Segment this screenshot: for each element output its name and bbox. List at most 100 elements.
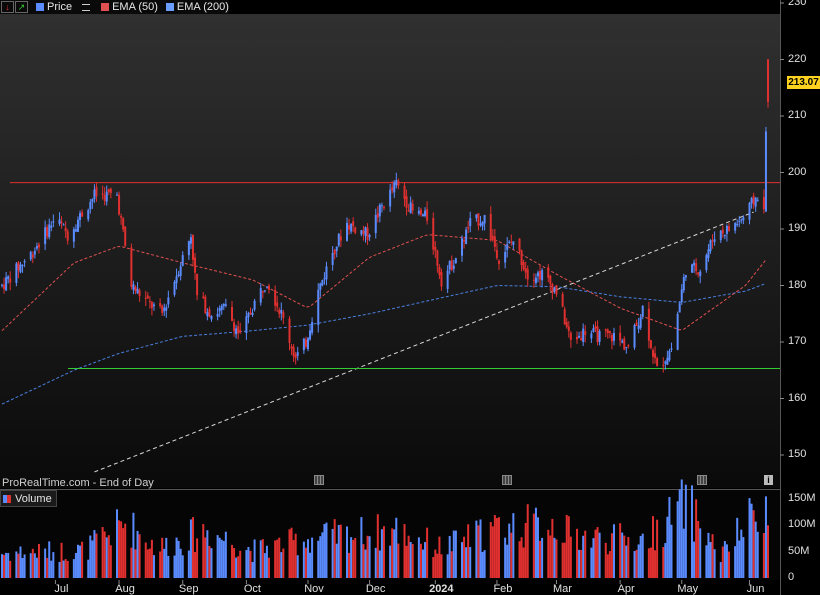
candle: [649, 340, 652, 348]
volume-bar: [352, 539, 355, 578]
candle: [647, 308, 650, 341]
candle: [697, 272, 700, 275]
candle: [434, 246, 437, 251]
volume-bar: [173, 555, 176, 578]
volume-bar: [582, 535, 585, 578]
legend-ema200-label: EMA (200): [176, 1, 229, 13]
candle: [52, 221, 55, 223]
candle: [235, 328, 238, 335]
volume-bar: [524, 522, 527, 578]
candle: [79, 213, 82, 221]
volume-bar: [547, 529, 550, 578]
candle: [321, 280, 324, 286]
calendar-icon-1[interactable]: [314, 475, 324, 485]
price-tick-label: 170: [788, 335, 807, 347]
candle: [670, 348, 673, 350]
volume-bar: [510, 532, 513, 578]
candle: [247, 313, 250, 318]
volume-tick-label: 100M: [788, 518, 816, 531]
calendar-icon-2[interactable]: [502, 475, 512, 485]
candle: [723, 235, 726, 237]
volume-bar: [508, 523, 511, 578]
candle: [124, 226, 127, 246]
candle: [623, 338, 626, 350]
calendar-icon-3[interactable]: [697, 475, 707, 485]
candle: [304, 339, 307, 347]
candle: [290, 346, 293, 349]
volume-bar: [436, 553, 439, 578]
candle: [337, 233, 340, 246]
time-tick-label: Feb: [493, 583, 513, 595]
candle: [520, 250, 523, 266]
volume-bar: [346, 526, 349, 578]
volume-bar: [641, 533, 644, 578]
candle: [654, 353, 657, 359]
candle: [419, 209, 422, 215]
volume-bar: [711, 534, 714, 578]
candle: [239, 330, 242, 333]
volume-bar: [497, 517, 500, 578]
candle: [21, 264, 24, 266]
candle: [62, 224, 65, 226]
candle: [582, 328, 585, 343]
restore-button[interactable]: ↗: [15, 1, 28, 13]
candle: [335, 246, 338, 251]
volume-bar: [130, 547, 133, 578]
volume-bar: [138, 534, 141, 578]
volume-bar: [189, 519, 192, 578]
candle: [682, 277, 685, 291]
volume-bar: [434, 549, 437, 578]
candle: [245, 316, 248, 334]
candle: [512, 241, 515, 245]
volume-bar: [670, 524, 673, 578]
info-icon[interactable]: i: [764, 475, 773, 485]
volume-bar: [623, 535, 626, 578]
candle: [561, 293, 564, 307]
volume-bar: [393, 529, 396, 578]
volume-bar: [309, 552, 312, 578]
candle: [138, 290, 141, 297]
candle: [167, 297, 170, 305]
volume-bar: [50, 560, 53, 578]
collapse-button[interactable]: ↓: [1, 1, 14, 13]
candle: [152, 304, 155, 307]
volume-bar: [419, 543, 422, 578]
volume-bar: [1, 554, 3, 578]
price-tick-label: 190: [788, 222, 807, 234]
volume-bar: [520, 537, 523, 578]
candle: [220, 305, 223, 310]
candle: [539, 270, 542, 280]
candle: [664, 361, 667, 364]
candle: [481, 222, 484, 227]
volume-bar: [152, 555, 155, 578]
volume-panel-title: Volume: [0, 490, 57, 507]
volume-bar: [493, 515, 496, 578]
candle: [596, 326, 599, 343]
price-tick-label: 230: [788, 0, 807, 8]
volume-bar: [680, 479, 683, 578]
candle: [15, 263, 18, 283]
volume-bar: [218, 537, 221, 578]
candle: [678, 303, 681, 313]
candle: [438, 266, 441, 276]
volume-bar: [3, 554, 6, 578]
volume-bar: [409, 541, 412, 578]
price-chart[interactable]: [0, 0, 820, 595]
volume-bar: [265, 545, 268, 578]
volume-bar: [204, 537, 207, 578]
volume-bar: [66, 560, 69, 578]
candle: [64, 227, 67, 232]
volume-bar: [263, 553, 266, 578]
candle: [44, 227, 47, 245]
volume-bar: [596, 527, 599, 578]
volume-bar: [44, 548, 47, 578]
volume-bar: [144, 542, 147, 578]
volume-bar: [695, 499, 698, 578]
volume-bar: [35, 557, 38, 578]
candle: [95, 186, 98, 197]
volume-bar: [569, 536, 572, 578]
legend-ema50-label: EMA (50): [112, 1, 158, 13]
candle: [7, 276, 10, 279]
volume-tick-label: 150M: [788, 492, 816, 504]
volume-bar: [397, 543, 400, 578]
